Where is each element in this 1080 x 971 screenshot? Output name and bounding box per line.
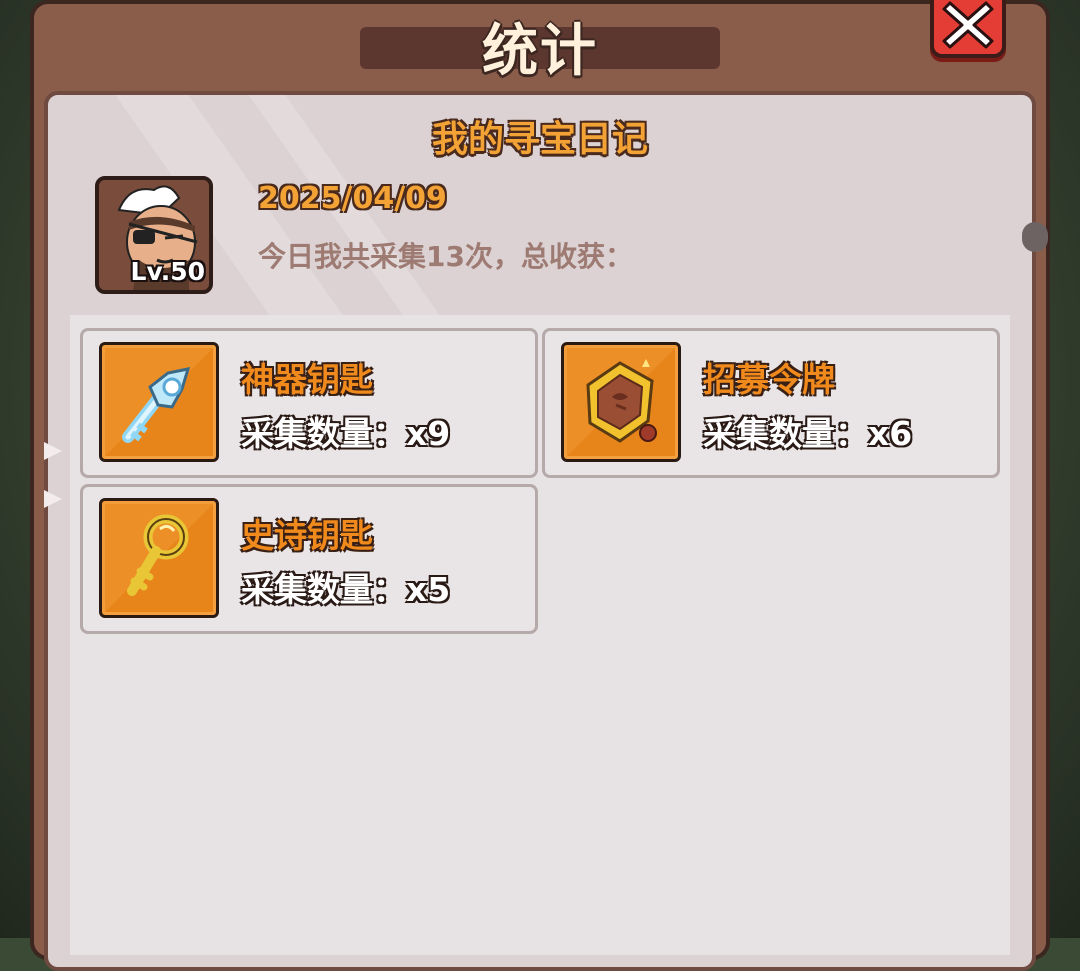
item-name: 招募令牌 [703, 360, 835, 399]
item-count: 采集数量：x9 [241, 414, 451, 453]
recruit-token-icon [564, 345, 678, 459]
diary-title: 我的寻宝日记 [431, 119, 648, 160]
epic-key-icon [102, 501, 216, 615]
collection-summary: 今日我共采集13次，总收获： [258, 240, 633, 273]
item-count: 采集数量：x6 [703, 414, 913, 453]
diary-date: 2025/04/09 [258, 181, 447, 216]
item-count: 采集数量：x5 [241, 570, 451, 609]
avatar[interactable]: Lv.50 [95, 176, 213, 294]
item-name: 神器钥匙 [241, 360, 373, 399]
list-item[interactable]: 史诗钥匙 采集数量：x5 [80, 484, 538, 634]
item-name: 史诗钥匙 [241, 516, 373, 555]
item-icon-frame [561, 342, 681, 462]
side-arrow-icon [44, 442, 62, 460]
panel-title: 统计 [482, 19, 598, 84]
avatar-level: Lv.50 [130, 257, 205, 286]
item-icon-frame [99, 498, 219, 618]
scrollbar-handle[interactable] [1022, 222, 1048, 252]
close-icon [942, 1, 994, 49]
list-item[interactable]: 招募令牌 采集数量：x6 [542, 328, 1000, 478]
item-icon-frame [99, 342, 219, 462]
side-arrow-icon [44, 490, 62, 508]
list-item[interactable]: 神器钥匙 采集数量：x9 [80, 328, 538, 478]
artifact-key-icon [102, 345, 216, 459]
close-button[interactable] [930, 0, 1006, 58]
